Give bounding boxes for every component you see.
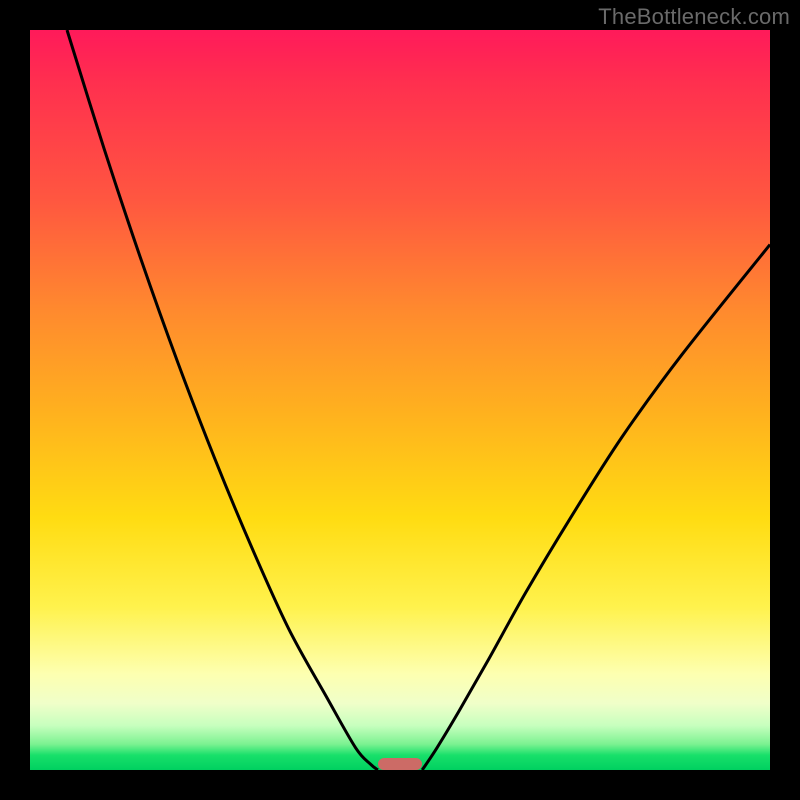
curve-left-branch — [67, 30, 378, 770]
curve-right-branch — [422, 245, 770, 770]
curve-layer — [30, 30, 770, 770]
bottleneck-marker — [378, 758, 422, 770]
plot-area — [30, 30, 770, 770]
watermark-text: TheBottleneck.com — [598, 4, 790, 30]
chart-frame: TheBottleneck.com — [0, 0, 800, 800]
